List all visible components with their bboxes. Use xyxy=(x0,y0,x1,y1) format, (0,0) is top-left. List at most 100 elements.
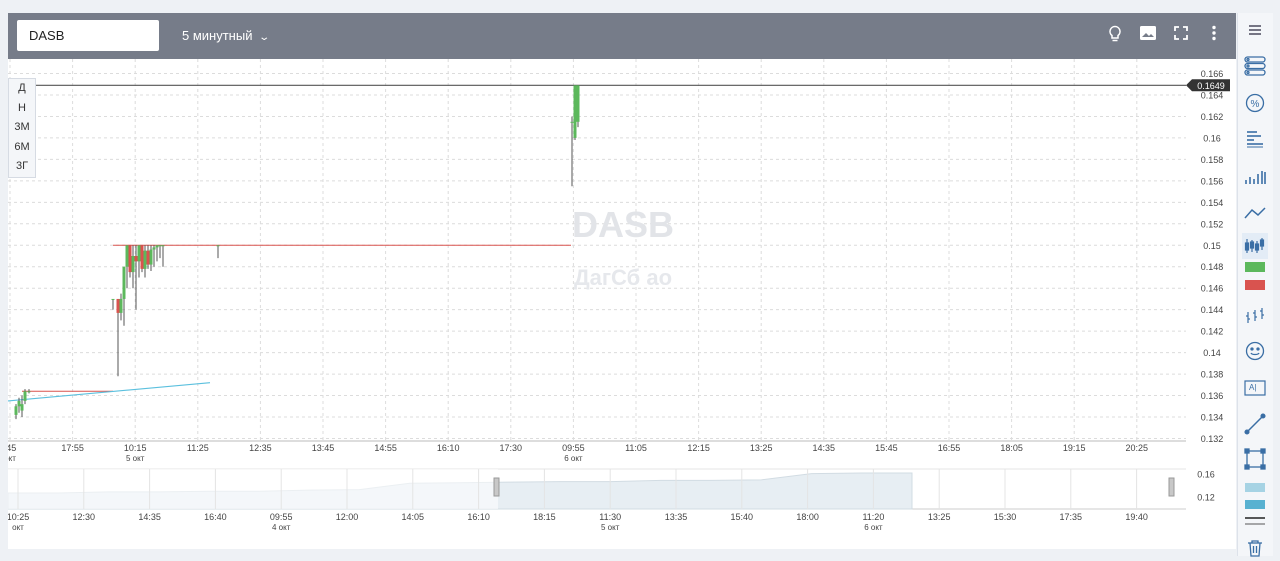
navigator-x-label: 15:40 xyxy=(731,512,754,522)
fill-color-swatch-dark[interactable] xyxy=(1242,499,1268,509)
navigator-x-label: 11:20 xyxy=(862,512,884,522)
candle-up xyxy=(149,249,153,265)
y-tick-label: 0.16 xyxy=(1203,133,1221,143)
candle-up xyxy=(143,250,147,269)
line-width-icon[interactable] xyxy=(1242,516,1268,526)
up-color-swatch[interactable] xyxy=(1242,261,1268,273)
navigator-x-label: 09:55 xyxy=(270,512,293,522)
x-tick-label: 16:55 xyxy=(938,443,961,453)
down-color-swatch[interactable] xyxy=(1242,279,1268,291)
y-tick-label: 0.138 xyxy=(1201,370,1224,380)
candle-up xyxy=(216,245,220,247)
y-tick-label: 0.144 xyxy=(1201,305,1224,315)
period-6m-button[interactable]: 6М xyxy=(9,138,35,158)
text-label-icon[interactable]: A| xyxy=(1242,375,1268,401)
candle-up xyxy=(576,85,580,122)
layers-icon[interactable] xyxy=(1242,53,1268,79)
candlestick-chart-icon[interactable] xyxy=(1242,233,1268,259)
hamburger-menu-icon[interactable] xyxy=(1242,17,1268,43)
candle-up xyxy=(573,85,577,138)
percent-icon[interactable]: % xyxy=(1242,90,1268,116)
x-tick-sublabel: 6 окт xyxy=(564,454,583,463)
line-chart-icon[interactable] xyxy=(1242,200,1268,226)
y-tick-label: 0.142 xyxy=(1201,327,1224,337)
ohlc-bars-icon[interactable] xyxy=(1242,303,1268,329)
candles xyxy=(14,85,580,420)
candle-up xyxy=(161,245,165,247)
fullscreen-icon[interactable] xyxy=(1170,25,1192,47)
right-tool-panel: % A| xyxy=(1237,13,1273,557)
navigator-mask-left xyxy=(8,469,498,509)
navigator-y-label: 0.12 xyxy=(1197,493,1215,503)
x-tick-label: 17:55 xyxy=(61,443,84,453)
last-price-marker: 0.1649 xyxy=(1186,79,1230,92)
trend-line-icon[interactable] xyxy=(1242,411,1268,437)
emoji-icon[interactable] xyxy=(1242,338,1268,364)
navigator-x-sublabel: 5 окт xyxy=(601,523,620,532)
watermark-name: ДагСб ао xyxy=(574,265,672,290)
navigator-handle-right xyxy=(1168,477,1175,497)
navigator-x-label: 13:35 xyxy=(665,512,688,522)
x-tick-label: 11:25 xyxy=(187,443,209,453)
candle-up xyxy=(570,121,574,123)
y-tick-label: 0.14 xyxy=(1203,348,1221,358)
x-tick-label: 11:05 xyxy=(625,443,647,453)
navigator[interactable]: 0.16 0.12 10:25 окт 12:30 14:35 16:40 09:554 о… xyxy=(7,468,1215,532)
y-tick-label: 0.156 xyxy=(1201,176,1224,186)
x-tick-label: 20:25 xyxy=(1126,443,1149,453)
candle-up xyxy=(17,400,21,407)
y-tick-label: 0.162 xyxy=(1201,112,1224,122)
navigator-x-label: 18:00 xyxy=(796,512,819,522)
x-axis: :45окт 17:55 10:155 окт 11:25 12:35 13:45 14:5… xyxy=(4,440,1186,463)
x-tick-label: 12:35 xyxy=(249,443,272,453)
trash-icon[interactable] xyxy=(1242,535,1268,561)
y-tick-label: 0.15 xyxy=(1203,241,1221,251)
image-icon[interactable] xyxy=(1137,25,1159,47)
chevron-down-icon: ⌄ xyxy=(258,32,271,43)
volume-profile-icon[interactable] xyxy=(1242,126,1268,152)
candle-up xyxy=(111,298,115,300)
period-3y-button[interactable]: 3Г xyxy=(9,157,35,177)
y-tick-label: 0.166 xyxy=(1201,69,1224,79)
interval-select[interactable]: 5 минутный ⌄ xyxy=(182,13,271,59)
y-tick-label: 0.164 xyxy=(1201,90,1224,100)
bar-chart-icon[interactable] xyxy=(1242,164,1268,190)
navigator-handle-left xyxy=(493,477,500,497)
navigator-x-sublabel: 6 окт xyxy=(864,523,883,532)
period-week-button[interactable]: Н xyxy=(9,99,35,119)
period-buttons: Д Н 3М 6М 3Г xyxy=(8,78,36,178)
navigator-x-sublabel: окт xyxy=(12,523,24,532)
lightbulb-icon[interactable] xyxy=(1104,25,1126,47)
navigator-x-label: 11:30 xyxy=(599,512,621,522)
x-tick-sublabel: 5 окт xyxy=(126,454,145,463)
navigator-x-label: 17:35 xyxy=(1060,512,1083,522)
ticker-input[interactable]: DASB xyxy=(17,20,159,51)
candle-up xyxy=(23,391,27,401)
candle-down xyxy=(140,245,144,269)
period-day-button[interactable]: Д xyxy=(9,79,35,99)
y-tick-label: 0.152 xyxy=(1201,219,1224,229)
top-toolbar: DASB 5 минутный ⌄ xyxy=(8,13,1236,59)
x-tick-label: :45 xyxy=(8,443,16,453)
x-tick-label: 17:30 xyxy=(500,443,523,453)
navigator-x-label: 10:25 xyxy=(8,512,29,522)
navigator-x-label: 13:25 xyxy=(928,512,951,522)
rectangle-tool-icon[interactable] xyxy=(1242,446,1268,472)
last-price-label: 0.1649 xyxy=(1197,81,1225,91)
candle-down xyxy=(146,250,150,265)
x-tick-label: 19:15 xyxy=(1063,443,1086,453)
y-tick-label: 0.134 xyxy=(1201,413,1224,423)
candle-up xyxy=(155,245,159,248)
x-tick-label: 13:45 xyxy=(312,443,335,453)
fill-color-swatch-light[interactable] xyxy=(1242,482,1268,492)
y-tick-label: 0.146 xyxy=(1201,284,1224,294)
x-tick-sublabel: окт xyxy=(8,454,16,463)
more-menu-icon[interactable] xyxy=(1203,25,1225,47)
svg-text:A|: A| xyxy=(1249,383,1256,392)
grid xyxy=(8,59,1186,441)
watermark-symbol: DASB xyxy=(572,204,674,245)
period-3m-button[interactable]: 3М xyxy=(9,118,35,138)
chart-area[interactable]: DASB ДагСб ао 0.166 0.164 0.162 0.16 0.158 0.… xyxy=(4,59,1236,549)
price-chart[interactable]: DASB ДагСб ао 0.1660.1640.1620.160.1580.… xyxy=(4,59,1236,549)
x-tick-label: 10:15 xyxy=(124,443,147,453)
